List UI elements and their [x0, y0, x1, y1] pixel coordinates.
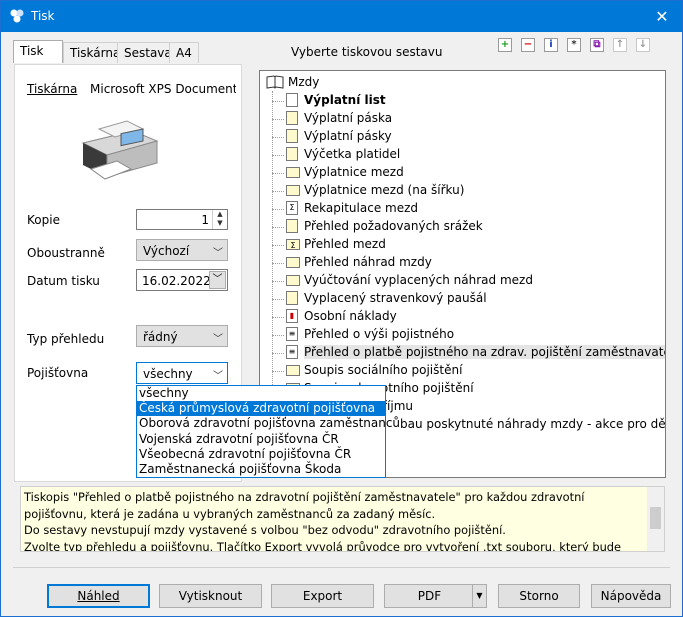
report-list-title: Vyberte tiskovou sestavu: [291, 45, 443, 59]
move-down-icon[interactable]: ↓: [636, 38, 650, 52]
printer-name: Microsoft XPS Document W: [90, 82, 236, 96]
report-type-label: Typ přehledu: [27, 332, 105, 346]
insurer-option[interactable]: Vojenská zdravotní pojišťovna ČR: [137, 432, 385, 447]
report-icon: [286, 147, 298, 161]
report-landscape-icon: [286, 365, 300, 376]
app-icon: [10, 9, 24, 23]
report-icon: [286, 129, 298, 143]
description-scrollbar[interactable]: [647, 487, 664, 551]
copies-label: Kopie: [27, 213, 60, 227]
insurer-option[interactable]: Oborová zdravotní pojišťovna zaměstnanců: [137, 416, 400, 431]
insurer-label: Pojišťovna: [27, 366, 89, 380]
report-landscape-icon: [286, 275, 300, 286]
printer-icon: [81, 120, 159, 180]
insurer-option-highlighted[interactable]: Česká průmyslová zdravotní pojišťovna: [137, 401, 385, 417]
copies-value: 1: [201, 213, 209, 227]
tree-root-label: Mzdy: [288, 75, 320, 89]
form-icon: ≡: [286, 327, 298, 341]
date-label: Datum tisku: [27, 274, 100, 288]
add-icon[interactable]: +: [498, 38, 512, 52]
tab-sestava[interactable]: Sestava: [117, 42, 175, 63]
date-value: 16.02.2022: [142, 274, 211, 288]
report-icon: [286, 111, 298, 125]
copies-stepper-arrows[interactable]: ▲ ▼: [212, 210, 227, 229]
insurer-option[interactable]: Všeobecná zdravotní pojišťovna ČR: [137, 447, 385, 462]
chevron-down-icon: ﹀: [213, 371, 223, 382]
scrollbar-thumb[interactable]: [650, 507, 661, 529]
tab-a4[interactable]: A4: [169, 42, 199, 63]
close-icon[interactable]: ✕: [642, 1, 682, 32]
pdf-button[interactable]: PDF ▼: [384, 584, 487, 608]
report-landscape-icon: [286, 185, 300, 196]
preview-button[interactable]: Náhled: [47, 584, 150, 608]
description-text: Tiskopis "Přehled o platbě pojistného na…: [24, 490, 622, 552]
remove-icon[interactable]: −: [521, 38, 535, 52]
chevron-up-icon[interactable]: ▲: [213, 210, 227, 219]
info-icon[interactable]: i: [544, 38, 558, 52]
caret-down-icon[interactable]: ▼: [472, 585, 486, 607]
sum-icon: Σ: [286, 201, 298, 215]
report-icon: [286, 291, 298, 305]
tree-guide-line: [272, 91, 273, 431]
help-button[interactable]: Nápověda: [591, 584, 671, 608]
book-icon: [266, 75, 284, 89]
document-icon: [286, 93, 298, 107]
chevron-down-icon: ﹀: [213, 248, 223, 259]
report-icon: [286, 219, 298, 233]
report-type-select[interactable]: řádný ﹀: [136, 325, 228, 347]
report-description: Tiskopis "Přehled o platbě pojistného na…: [20, 486, 665, 552]
pdf-button-label: PDF: [417, 589, 442, 603]
duplex-value: Výchozí: [143, 244, 190, 258]
tab-tisk[interactable]: Tisk: [13, 40, 63, 63]
insurer-dropdown-list[interactable]: všechny Česká průmyslová zdravotní pojiš…: [136, 385, 400, 478]
button-separator: [13, 567, 670, 568]
form-icon: ≡: [286, 345, 298, 359]
chart-report-icon: ▮: [286, 309, 298, 323]
printer-link[interactable]: Tiskárna: [27, 82, 77, 96]
cancel-button[interactable]: Storno: [498, 584, 580, 608]
calendar-dropdown-icon[interactable]: ﹀: [209, 271, 226, 289]
report-type-value: řádný: [143, 330, 178, 344]
print-dialog: Tisk ✕ Tisk Tiskárna Sestava A4 Tiskárna…: [0, 0, 683, 617]
duplex-select[interactable]: Výchozí ﹀: [136, 239, 228, 261]
insurer-value: všechny: [143, 367, 193, 381]
date-picker[interactable]: 16.02.2022 ﹀: [136, 269, 228, 291]
new-item-icon[interactable]: *: [567, 38, 581, 52]
move-up-icon[interactable]: ↑: [613, 38, 627, 52]
title-bar: Tisk ✕: [1, 1, 682, 32]
report-landscape-icon: [286, 257, 300, 268]
insurer-option[interactable]: všechny: [137, 386, 385, 401]
insurer-select[interactable]: všechny ﹀: [136, 362, 228, 384]
insurer-option[interactable]: Zaměstnanecká pojišťovna Škoda: [137, 462, 385, 477]
export-button[interactable]: Export: [271, 584, 374, 608]
copies-stepper[interactable]: 1 ▲ ▼: [136, 209, 228, 230]
duplex-label: Oboustranně: [27, 246, 105, 260]
report-landscape-icon: [286, 167, 300, 178]
chevron-down-icon[interactable]: ▼: [213, 219, 227, 228]
print-button[interactable]: Vytisknout: [159, 584, 262, 608]
window-title: Tisk: [31, 9, 55, 23]
copy-icon[interactable]: ⧉: [590, 38, 604, 52]
chevron-down-icon: ﹀: [213, 334, 223, 345]
sum-icon: Σ: [286, 239, 300, 250]
